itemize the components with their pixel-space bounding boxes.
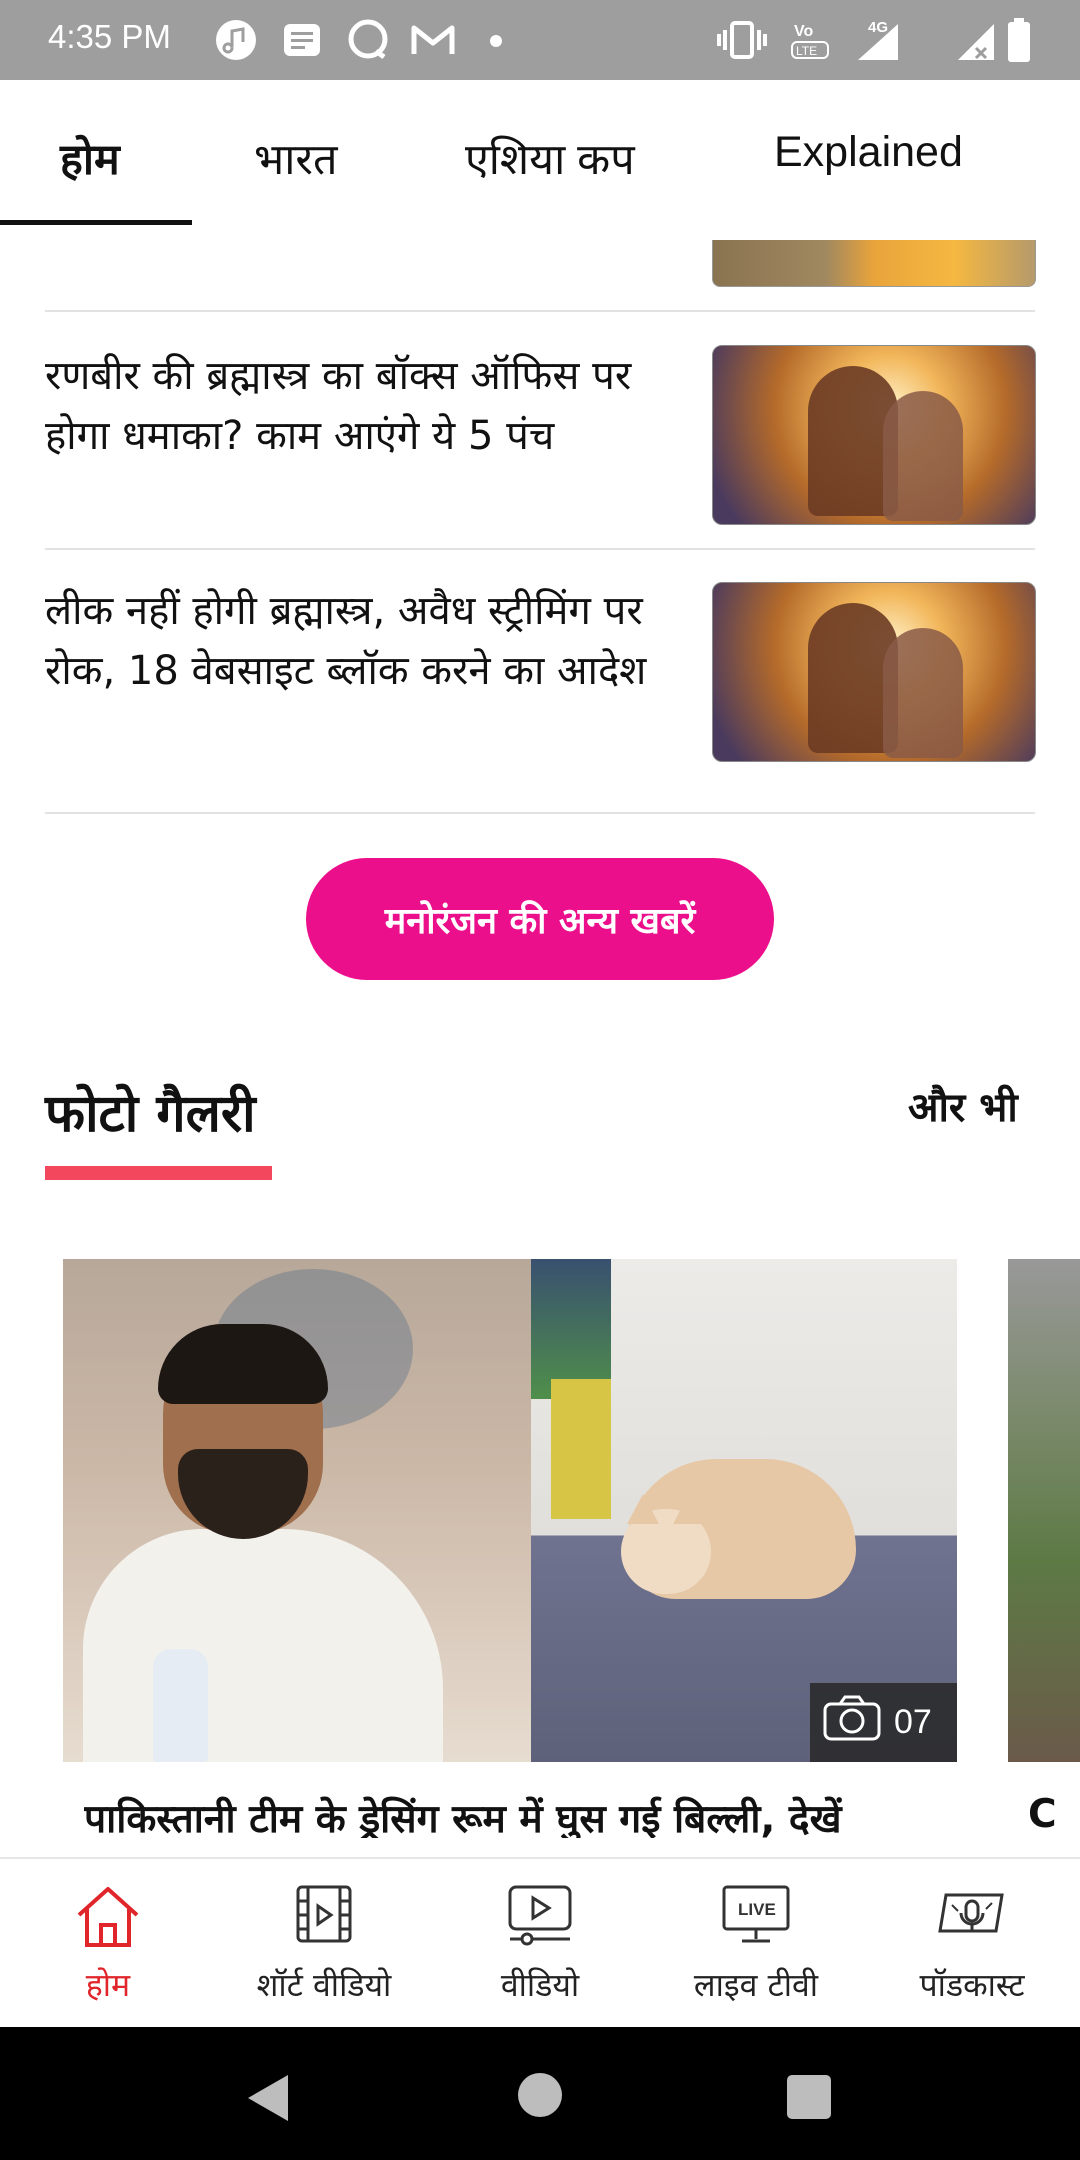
battery-icon — [1006, 18, 1032, 62]
tab-asia-cup[interactable]: एशिया कप — [465, 128, 635, 187]
more-entertainment-news-button[interactable]: मनोरंजन की अन्य खबरें — [306, 858, 774, 980]
active-tab-indicator — [0, 220, 192, 225]
nav-label: वीडियो — [500, 1966, 580, 2004]
nav-live-tv[interactable]: LIVE लाइव टीवी — [648, 1859, 864, 2029]
signal-icon — [954, 20, 998, 60]
live-badge: LIVE — [738, 1900, 776, 1919]
tab-home[interactable]: होम — [60, 128, 120, 187]
bottom-navigation: होम शॉर्ट वीडियो वीडियो LIVE लाइव टीवी प… — [0, 1857, 1080, 2029]
home-button-icon[interactable] — [518, 2073, 562, 2117]
news-headline[interactable]: लीक नहीं होगी ब्रह्मास्त्र, अवैध स्ट्रीम… — [45, 581, 660, 701]
section-title-underline — [45, 1166, 272, 1180]
photo-count: 07 — [894, 1703, 932, 1741]
short-video-icon — [216, 1881, 432, 1955]
gmail-icon — [410, 20, 456, 60]
nav-label: शॉर्ट वीडियो — [256, 1966, 392, 2004]
news-thumbnail-partial[interactable] — [712, 240, 1036, 287]
signal-4g-icon: 4G — [846, 19, 902, 60]
vibrate-icon — [716, 20, 768, 60]
tab-explained[interactable]: Explained — [774, 128, 963, 177]
nav-label: पॉडकास्ट — [919, 1966, 1025, 2004]
nav-podcast[interactable]: पॉडकास्ट — [864, 1859, 1080, 2029]
news-icon — [282, 20, 322, 60]
svg-text:Vo: Vo — [794, 23, 813, 40]
photo-count-badge: 07 — [810, 1683, 957, 1762]
gallery-next-card-image[interactable] — [1008, 1259, 1080, 1762]
nav-home[interactable]: होम — [0, 1859, 216, 2029]
gallery-more-link[interactable]: और भी — [908, 1078, 1018, 1133]
news-thumbnail[interactable] — [712, 582, 1036, 762]
nav-label: लाइव टीवी — [693, 1966, 819, 2004]
divider — [45, 310, 1035, 312]
notification-dot-icon — [490, 35, 502, 47]
podcast-icon — [864, 1881, 1080, 1955]
tab-india[interactable]: भारत — [254, 128, 337, 187]
recents-icon[interactable] — [787, 2075, 831, 2119]
chat-icon — [346, 19, 390, 60]
divider — [45, 548, 1035, 550]
music-icon — [214, 20, 258, 60]
video-icon — [432, 1881, 648, 1955]
svg-text:4G: 4G — [868, 19, 888, 36]
top-tab-bar: होम भारत एशिया कप Explained — [0, 80, 1080, 225]
news-headline[interactable]: रणबीर की ब्रह्मास्त्र का बॉक्स ऑफिस पर ह… — [45, 346, 660, 466]
status-bar: 4:35 PM Vo LTE 4G — [0, 0, 1080, 80]
nav-label: होम — [85, 1966, 131, 2004]
live-tv-icon: LIVE — [648, 1881, 864, 1955]
back-icon[interactable] — [246, 2073, 290, 2127]
section-title-photo-gallery: फोटो गैलरी — [45, 1084, 256, 1144]
status-time: 4:35 PM — [48, 18, 171, 55]
home-icon — [0, 1881, 216, 1955]
system-navigation-bar — [0, 2027, 1080, 2160]
svg-text:LTE: LTE — [796, 44, 817, 58]
gallery-card-caption[interactable]: पाकिस्तानी टीम के ड्रेसिंग रूम में घुस ग… — [84, 1792, 964, 1838]
nav-short-video[interactable]: शॉर्ट वीडियो — [216, 1859, 432, 2029]
news-thumbnail[interactable] — [712, 345, 1036, 525]
nav-video[interactable]: वीडियो — [432, 1859, 648, 2029]
volte-icon: Vo LTE — [790, 20, 830, 60]
gallery-next-card-caption[interactable]: C — [1028, 1792, 1057, 1837]
camera-icon — [822, 1694, 882, 1751]
divider — [45, 812, 1035, 814]
